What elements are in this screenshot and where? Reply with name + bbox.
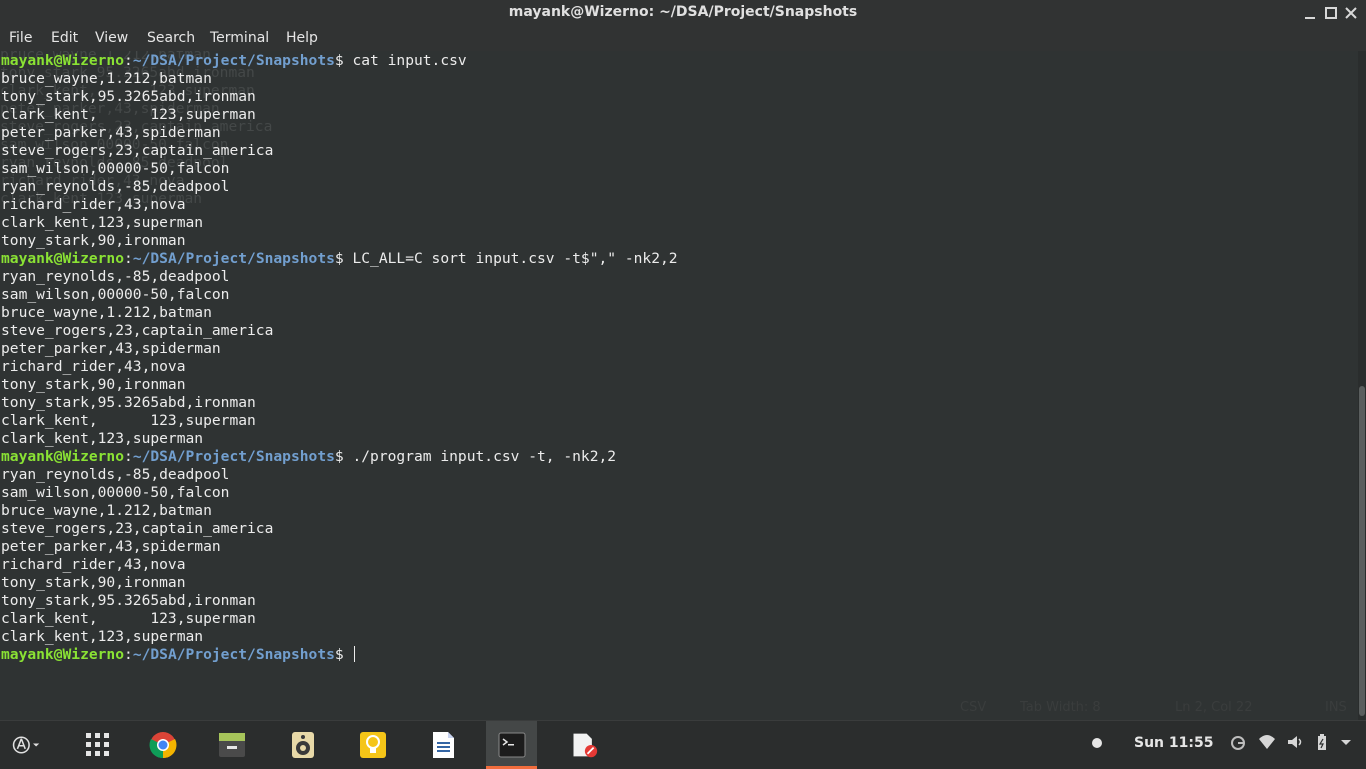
- output-line: clark_kent,123,superman: [1, 214, 204, 231]
- prompt-line: mayank@Wizerno:~/DSA/Project/Snapshots$ …: [1, 250, 678, 268]
- output-line: richard_rider,43,nova: [1, 358, 186, 375]
- menu-search[interactable]: Search: [147, 30, 195, 46]
- prompt-symbol: $: [334, 448, 353, 465]
- output-line: clark_kent, 123,superman: [1, 412, 256, 429]
- ghost-tab-width: Tab Width: 8: [1020, 700, 1101, 715]
- prompt-user: mayank@Wizerno: [1, 646, 125, 663]
- output-line: tony_stark,95.3265abd,ironman: [1, 88, 256, 105]
- prompt-path: ~/DSA/Project/Snapshots: [132, 448, 335, 465]
- scrollbar-thumb[interactable]: [1359, 386, 1365, 716]
- output-line: tony_stark,95.3265abd,ironman: [1, 592, 256, 609]
- prompt-line: mayank@Wizerno:~/DSA/Project/Snapshots$ …: [1, 448, 678, 466]
- output-line: sam_wilson,00000-50,falcon: [1, 160, 230, 177]
- output-line: bruce_wayne,1.212,batman: [1, 304, 212, 321]
- prompt-path: ~/DSA/Project/Snapshots: [132, 250, 335, 267]
- menu-help[interactable]: Help: [286, 30, 318, 46]
- command-text: ./program input.csv -t, -nk2,2: [352, 448, 617, 465]
- prompt-symbol: $: [334, 52, 353, 69]
- taskbar-ideas[interactable]: [355, 721, 391, 769]
- show-applications-button[interactable]: [80, 721, 114, 769]
- taskbar-rhythmbox[interactable]: [285, 721, 321, 769]
- menu-view[interactable]: View: [95, 30, 128, 46]
- output-line: richard_rider,43,nova: [1, 556, 186, 573]
- chrome-icon: [149, 732, 177, 759]
- prompt-symbol: $: [334, 250, 353, 267]
- output-line: sam_wilson,00000-50,falcon: [1, 484, 230, 501]
- menu-terminal[interactable]: Terminal: [210, 30, 269, 46]
- output-line: tony_stark,90,ironman: [1, 232, 186, 249]
- menu-bar: File Edit View Search Terminal Help: [0, 26, 1366, 51]
- output-line: richard_rider,43,nova: [1, 196, 186, 213]
- output-line: ryan_reynolds,-85,deadpool: [1, 268, 230, 285]
- terminal-scrollbar[interactable]: [1358, 51, 1366, 720]
- battery-icon[interactable]: [1314, 733, 1330, 751]
- output-line: tony_stark,90,ironman: [1, 376, 186, 393]
- output-line: peter_parker,43,spiderman: [1, 124, 221, 141]
- command-text: LC_ALL=C sort input.csv -t$"," -nk2,2: [352, 250, 678, 267]
- output-line: steve_rogers,23,captain_america: [1, 142, 274, 159]
- taskbar-text-editor-edited[interactable]: [566, 721, 602, 769]
- output-line: steve_rogers,23,captain_america: [1, 322, 274, 339]
- system-menu-chevron-icon[interactable]: [1338, 733, 1354, 751]
- volume-icon[interactable]: [1286, 733, 1302, 751]
- output-line: clark_kent,123,superman: [1, 628, 204, 645]
- lightbulb-icon: [360, 732, 386, 758]
- files-icon: [219, 733, 245, 757]
- output-line: ryan_reynolds,-85,deadpool: [1, 178, 230, 195]
- prompt-symbol: $: [334, 646, 353, 663]
- prompt-user: mayank@Wizerno: [1, 52, 125, 69]
- taskbar-chrome[interactable]: [145, 721, 181, 769]
- activities-button[interactable]: [8, 721, 52, 769]
- prompt-separator: :: [124, 250, 133, 267]
- output-line: steve_rogers,23,captain_america: [1, 520, 274, 537]
- output-line: clark_kent,123,superman: [1, 430, 204, 447]
- prompt-path: ~/DSA/Project/Snapshots: [132, 52, 335, 69]
- activities-icon: [12, 736, 40, 754]
- ghost-cursor-position: Ln 2, Col 22: [1175, 700, 1253, 715]
- minimize-icon[interactable]: [1300, 3, 1320, 23]
- output-line: peter_parker,43,spiderman: [1, 340, 221, 357]
- speaker-icon: [292, 732, 314, 758]
- text-cursor: [354, 646, 356, 662]
- output-line: bruce_wayne,1.212,batman: [1, 70, 212, 87]
- terminal-area[interactable]: bruce_wayne,1.212,batman tony_stark,95.32…: [0, 51, 1358, 720]
- taskbar-files[interactable]: [214, 721, 250, 769]
- terminal-output: mayank@Wizerno:~/DSA/Project/Snapshots$ …: [1, 52, 678, 664]
- prompt-separator: :: [124, 646, 133, 663]
- current-prompt-line[interactable]: mayank@Wizerno:~/DSA/Project/Snapshots$: [1, 646, 678, 664]
- taskbar-text-editor[interactable]: [425, 721, 461, 769]
- taskbar-terminal[interactable]: [486, 721, 537, 769]
- output-line: bruce_wayne,1.212,batman: [1, 502, 212, 519]
- close-icon[interactable]: [1341, 3, 1361, 23]
- window-title: mayank@Wizerno: ~/DSA/Project/Snapshots: [508, 4, 858, 20]
- prompt-path: ~/DSA/Project/Snapshots: [132, 646, 335, 663]
- prompt-user: mayank@Wizerno: [1, 250, 125, 267]
- menu-file[interactable]: File: [9, 30, 32, 46]
- app-grid-icon: [86, 733, 109, 756]
- output-line: clark_kent, 123,superman: [1, 106, 256, 123]
- command-text: cat input.csv: [352, 52, 467, 69]
- menu-edit[interactable]: Edit: [51, 30, 78, 46]
- output-line: peter_parker,43,spiderman: [1, 538, 221, 555]
- wifi-icon[interactable]: [1258, 733, 1275, 751]
- ghost-syntax-label: CSV: [960, 700, 987, 715]
- document-icon: [433, 732, 454, 758]
- ghost-insert-mode: INS: [1325, 700, 1347, 715]
- maximize-icon[interactable]: [1321, 3, 1341, 23]
- prompt-separator: :: [124, 448, 133, 465]
- prompt-line: mayank@Wizerno:~/DSA/Project/Snapshots$ …: [1, 52, 678, 70]
- output-line: ryan_reynolds,-85,deadpool: [1, 466, 230, 483]
- prompt-separator: :: [124, 52, 133, 69]
- output-line: clark_kent, 123,superman: [1, 610, 256, 627]
- clock[interactable]: Sun 11:55: [1134, 735, 1213, 751]
- gnome-icon[interactable]: [1230, 733, 1246, 751]
- notification-dot-icon[interactable]: [1089, 733, 1105, 751]
- edit-document-icon: [573, 733, 598, 758]
- prompt-user: mayank@Wizerno: [1, 448, 125, 465]
- terminal-icon: [498, 732, 526, 758]
- output-line: tony_stark,90,ironman: [1, 574, 186, 591]
- output-line: sam_wilson,00000-50,falcon: [1, 286, 230, 303]
- output-line: tony_stark,95.3265abd,ironman: [1, 394, 256, 411]
- window-titlebar[interactable]: mayank@Wizerno: ~/DSA/Project/Snapshots: [0, 0, 1366, 26]
